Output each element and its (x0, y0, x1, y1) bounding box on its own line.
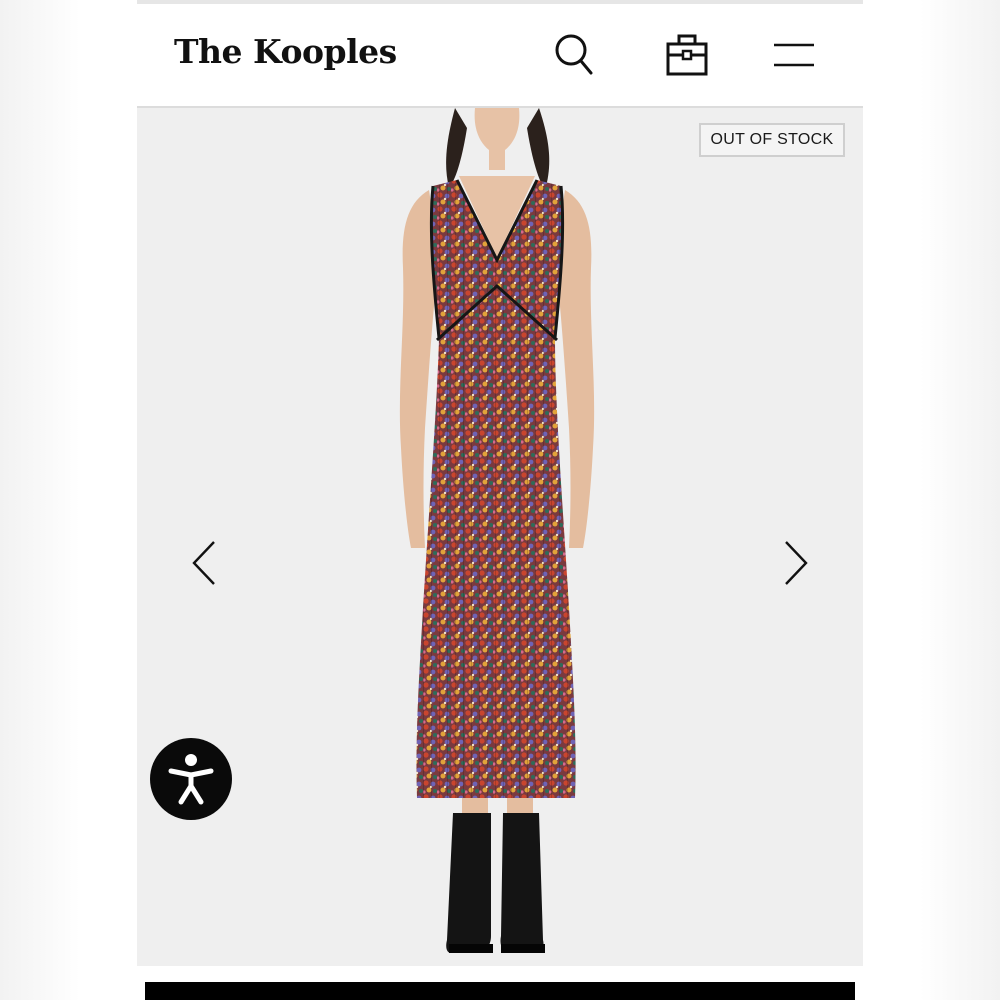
brand-logo[interactable]: The Kooples (174, 32, 397, 71)
product-image-gallery: OUT OF STOCK (137, 108, 863, 966)
menu-button[interactable] (770, 28, 818, 80)
shopping-bag-icon (666, 34, 708, 76)
mobile-page: The Kooples OUT OF STOCK (137, 0, 863, 1000)
model-illustration (399, 108, 595, 953)
next-image-button[interactable] (775, 538, 815, 588)
product-image (367, 108, 627, 966)
search-button[interactable] (551, 28, 599, 80)
bottom-action-bar[interactable] (145, 982, 855, 1000)
stock-status-badge: OUT OF STOCK (699, 123, 845, 157)
accessibility-icon (168, 754, 214, 805)
chevron-right-icon (785, 541, 808, 585)
accessibility-button[interactable] (150, 738, 232, 820)
chevron-left-icon (192, 541, 215, 585)
search-icon (555, 34, 593, 75)
shopping-bag-button[interactable] (663, 28, 711, 80)
site-header: The Kooples (137, 4, 863, 108)
menu-icon (774, 43, 814, 67)
previous-image-button[interactable] (185, 538, 225, 588)
